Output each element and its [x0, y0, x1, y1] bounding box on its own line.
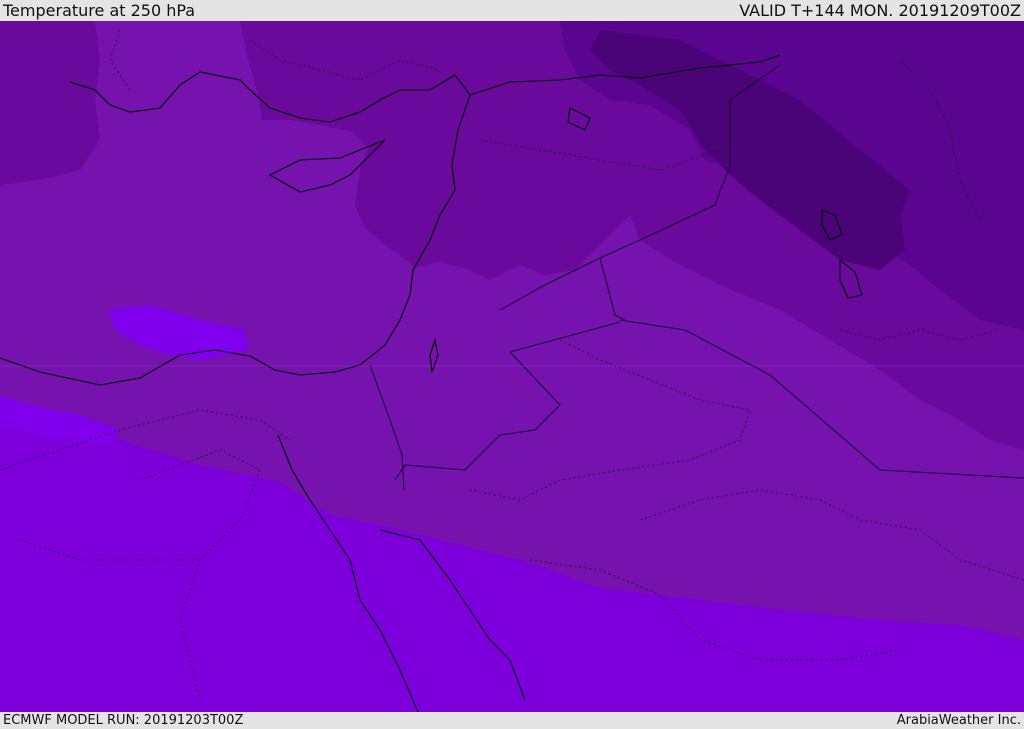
credit: ArabiaWeather Inc.: [896, 713, 1021, 728]
valid-time: VALID T+144 MON. 20191209T00Z: [739, 1, 1021, 20]
field-aegean-cold: [0, 21, 100, 185]
footer-bar: ECMWF MODEL RUN: 20191203T00Z ArabiaWeat…: [0, 712, 1024, 729]
map-title: Temperature at 250 hPa: [3, 1, 196, 20]
model-run: ECMWF MODEL RUN: 20191203T00Z: [3, 713, 244, 728]
header-bar: Temperature at 250 hPa VALID T+144 MON. …: [0, 0, 1024, 21]
temperature-map: [0, 21, 1024, 712]
map-panel[interactable]: [0, 21, 1024, 712]
